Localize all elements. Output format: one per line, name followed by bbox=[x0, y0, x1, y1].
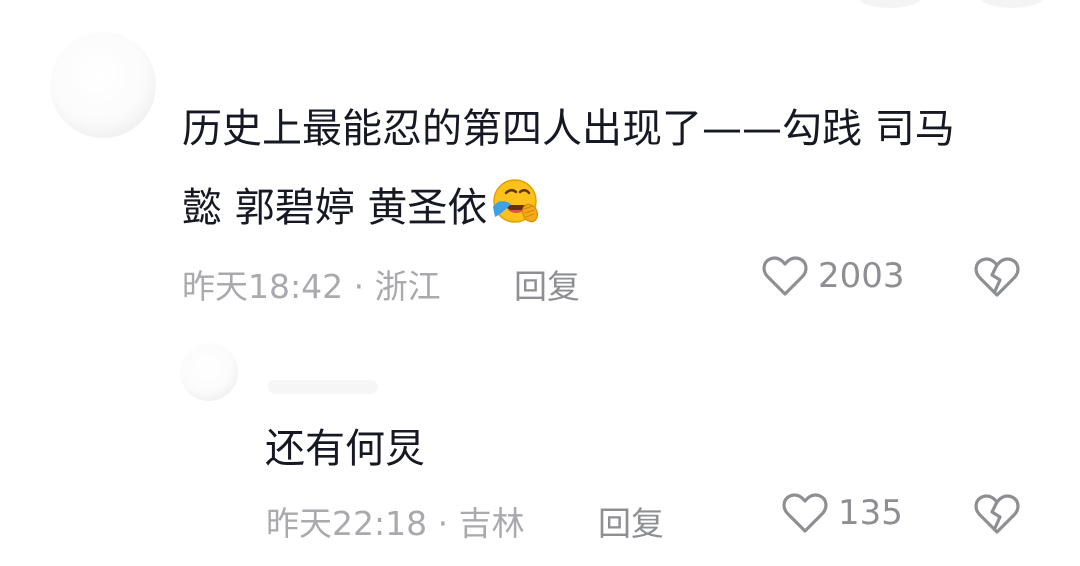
dislike-button[interactable] bbox=[974, 256, 1020, 302]
reply-text: 还有何炅 bbox=[265, 426, 425, 472]
username-placeholder bbox=[268, 380, 378, 394]
previous-content-edge bbox=[980, 0, 1044, 8]
meta-separator: · bbox=[353, 267, 365, 306]
avatar[interactable] bbox=[50, 32, 156, 138]
meta-separator: · bbox=[437, 504, 449, 543]
comment-location: 浙江 bbox=[374, 267, 441, 306]
reply-button[interactable]: 回复 bbox=[514, 260, 580, 308]
broken-heart-icon[interactable] bbox=[974, 494, 1020, 539]
dislike-button[interactable] bbox=[974, 493, 1020, 539]
reply-button[interactable]: 回复 bbox=[598, 497, 664, 545]
comment-text-line1: 历史上最能忍的第四人出现了——勾践 司马 bbox=[182, 106, 955, 152]
like-count: 135 bbox=[838, 493, 903, 533]
avatar[interactable] bbox=[180, 343, 238, 401]
heart-outline-icon[interactable] bbox=[762, 255, 808, 297]
like-button[interactable]: 2003 bbox=[762, 255, 905, 297]
comment-time: 昨天22:18 bbox=[266, 504, 428, 543]
previous-content-edge bbox=[858, 0, 922, 8]
like-count: 2003 bbox=[818, 256, 905, 296]
comment-time: 昨天18:42 bbox=[182, 267, 344, 306]
facepalm-laugh-emoji-icon bbox=[489, 175, 539, 225]
comment-text: 历史上最能忍的第四人出现了——勾践 司马懿 郭碧婷 黄圣依 bbox=[182, 90, 1042, 248]
like-button[interactable]: 135 bbox=[782, 492, 903, 534]
comment-meta: 昨天22:18 · 吉林 bbox=[266, 497, 525, 545]
broken-heart-icon[interactable] bbox=[974, 257, 1020, 302]
comment-location: 吉林 bbox=[458, 504, 525, 543]
heart-outline-icon[interactable] bbox=[782, 492, 828, 534]
comment-meta: 昨天18:42 · 浙江 bbox=[182, 260, 441, 308]
comment-text-line2: 懿 郭碧婷 黄圣依 bbox=[182, 185, 488, 231]
